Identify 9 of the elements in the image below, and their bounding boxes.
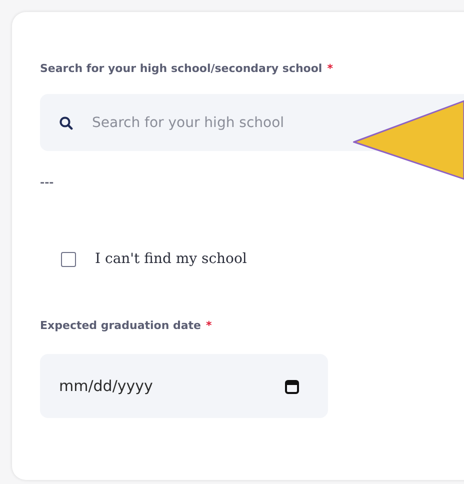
calendar-icon	[285, 378, 299, 394]
separator-text: ---	[40, 176, 54, 189]
date-field[interactable]: mm/dd/yyyy	[40, 354, 328, 418]
field-label: Search for your high school/secondary school	[40, 62, 322, 75]
checkbox-label: I can't find my school	[95, 251, 247, 267]
required-mark: *	[206, 319, 212, 332]
required-mark: *	[327, 62, 333, 75]
field-label: Expected graduation date	[40, 319, 201, 332]
checkbox[interactable]	[61, 252, 76, 266]
